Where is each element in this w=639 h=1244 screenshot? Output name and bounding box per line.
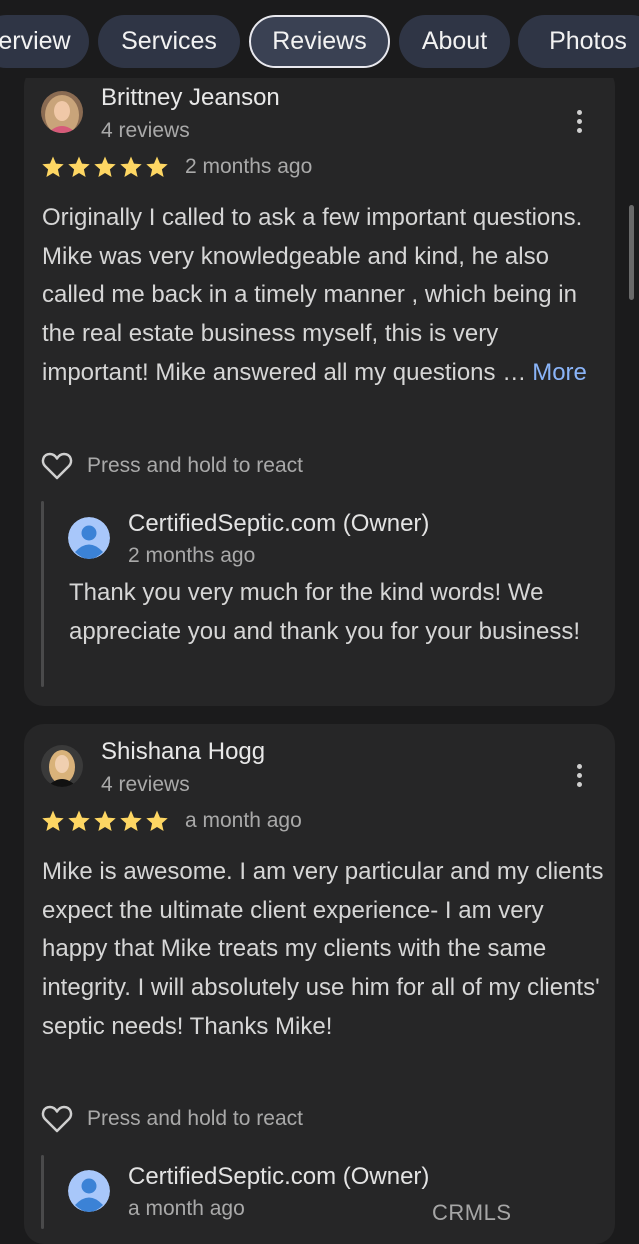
owner-name: CertifiedSeptic.com (Owner) [128, 510, 430, 537]
tab-label: erview [0, 27, 71, 55]
review-count: 4 reviews [101, 119, 190, 142]
more-options-icon[interactable] [577, 764, 585, 791]
star-icon [146, 810, 168, 831]
reviewer-name[interactable]: Brittney Jeanson [101, 84, 280, 112]
star-rating [41, 809, 169, 833]
react-button[interactable]: Press and hold to react [41, 451, 303, 481]
reply-divider [41, 1155, 44, 1229]
tab-services[interactable]: Services [98, 15, 240, 68]
star-icon [42, 810, 64, 831]
reply-divider [41, 501, 44, 687]
star-icon [120, 156, 142, 177]
owner-name: CertifiedSeptic.com (Owner) [128, 1163, 430, 1190]
tab-label: Reviews [272, 27, 367, 55]
reply-text: Thank you very much for the kind words! … [69, 579, 580, 645]
star-icon [68, 810, 90, 831]
tab-photos[interactable]: Photos [518, 15, 639, 68]
more-link[interactable]: More [532, 359, 587, 386]
review-time: a month ago [185, 809, 302, 832]
reply-time: 2 months ago [128, 544, 256, 567]
review-time: 2 months ago [185, 155, 313, 178]
tab-bar: erview Services Reviews About Photos [0, 0, 639, 78]
owner-avatar [68, 517, 110, 559]
review-text: Mike is awesome. I am very particular an… [42, 858, 604, 1040]
tab-label: About [421, 27, 488, 55]
star-icon [146, 156, 168, 177]
reviewer-name[interactable]: Shishana Hogg [101, 738, 265, 766]
tab-overview[interactable]: erview [0, 15, 89, 68]
heart-icon [41, 1105, 73, 1133]
heart-icon [41, 452, 73, 480]
tab-reviews[interactable]: Reviews [249, 15, 390, 68]
reviewer-avatar[interactable] [41, 745, 83, 787]
star-rating [41, 155, 169, 179]
react-label: Press and hold to react [87, 454, 303, 477]
star-icon [94, 156, 116, 177]
review-count: 4 reviews [101, 773, 190, 796]
review-text-content: Originally I called to ask a few importa… [42, 204, 583, 386]
react-button[interactable]: Press and hold to react [41, 1104, 303, 1134]
star-icon [120, 810, 142, 831]
owner-avatar [68, 1170, 110, 1212]
tab-about[interactable]: About [399, 15, 510, 68]
tab-label: Photos [549, 27, 627, 55]
tab-label: Services [121, 27, 217, 55]
star-icon [42, 156, 64, 177]
scrollbar[interactable] [629, 205, 634, 300]
watermark: CRMLS [432, 1200, 512, 1225]
review-text: Originally I called to ask a few importa… [42, 199, 602, 393]
react-label: Press and hold to react [87, 1107, 303, 1130]
reviewer-avatar[interactable] [41, 91, 83, 133]
more-options-icon[interactable] [577, 110, 585, 137]
reply-time: a month ago [128, 1197, 245, 1220]
star-icon [68, 156, 90, 177]
star-icon [94, 810, 116, 831]
